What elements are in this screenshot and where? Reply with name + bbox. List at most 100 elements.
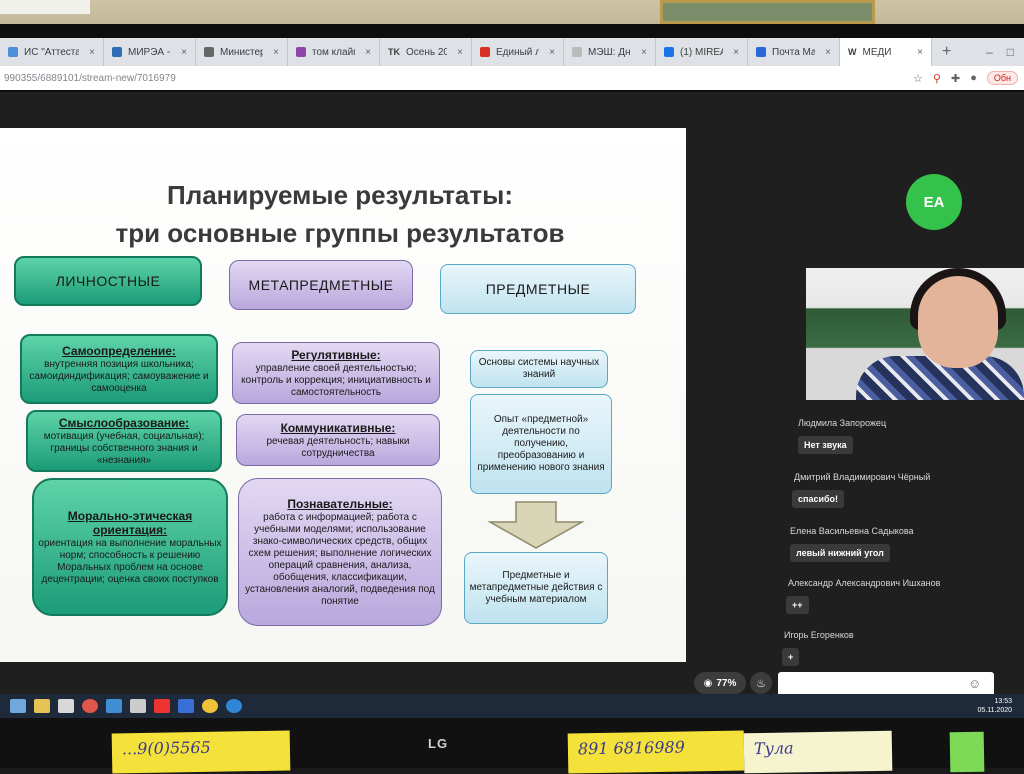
subject-box-foundations: Основы системы научных знаний xyxy=(470,350,608,388)
favicon-icon xyxy=(480,47,490,57)
wall-painting xyxy=(660,0,875,24)
chat-author: Дмитрий Владимирович Чёрный xyxy=(794,472,931,482)
browser-tab[interactable]: W МЕДИ × xyxy=(840,38,932,66)
tab-label: Почта Mail.ru xyxy=(772,46,816,58)
start-icon[interactable] xyxy=(10,699,26,713)
address-bar[interactable]: 990355/6889101/stream-new/7016979 ☆ ⚲ ✚ … xyxy=(0,66,1024,90)
sticky-note: 891 6816989 xyxy=(567,730,745,774)
pin-icon[interactable] xyxy=(130,699,146,713)
header-subject: ПРЕДМЕТНЫЕ xyxy=(440,264,636,314)
close-icon[interactable]: × xyxy=(457,47,463,58)
close-icon[interactable]: × xyxy=(181,47,187,58)
tab-label: МЕДИ xyxy=(862,46,892,58)
viewers-indicator[interactable]: ◉ 77% xyxy=(694,672,746,694)
slide-title: Планируемые результаты: три основные гру… xyxy=(60,176,620,252)
subject-box-actions: Предметные и метапредметные действия с у… xyxy=(464,552,608,624)
meta-box-regulatory: Регулятивные: управление своей деятельно… xyxy=(232,342,440,404)
favicon-icon xyxy=(8,47,18,57)
chat-author: Игорь Егоренков xyxy=(784,630,854,640)
favicon-icon xyxy=(572,47,582,57)
yandex-browser-icon[interactable] xyxy=(202,699,218,713)
favicon-icon xyxy=(296,47,306,57)
eye-icon: ◉ xyxy=(703,677,713,689)
app-icon[interactable] xyxy=(106,699,122,713)
ie-icon[interactable] xyxy=(226,699,242,713)
store-icon[interactable] xyxy=(58,699,74,713)
flame-icon[interactable]: ♨ xyxy=(750,672,772,694)
favicon-icon: W xyxy=(848,47,857,57)
browser-tab[interactable]: Министерств × xyxy=(196,38,288,66)
header-meta: МЕТАПРЕДМЕТНЫЕ xyxy=(229,260,413,310)
browser-tab[interactable]: Почта Mail.ru × xyxy=(748,38,840,66)
chat-input[interactable] xyxy=(778,672,994,696)
close-icon[interactable]: × xyxy=(825,47,831,58)
meta-box-communicative: Коммуникативные: речевая деятельность; н… xyxy=(236,414,440,466)
favicon-icon xyxy=(756,47,766,57)
favicon-icon: TK xyxy=(388,47,400,57)
close-icon[interactable]: × xyxy=(641,47,647,58)
browser-tab[interactable]: том клайм × xyxy=(288,38,380,66)
chat-author: Елена Васильевна Садыкова xyxy=(790,526,914,536)
avatar: EA xyxy=(906,174,962,230)
down-arrow-icon xyxy=(487,501,585,549)
browser-tab[interactable]: МЭШ: Дневн × xyxy=(564,38,656,66)
tab-label: том клайм xyxy=(312,46,355,58)
tab-label: Министерств xyxy=(220,46,264,58)
header-personal: ЛИЧНОСТНЫЕ xyxy=(14,256,202,306)
edit-icon[interactable] xyxy=(178,699,194,713)
personal-box-moral: Морально-этическая ориентация: ориентаци… xyxy=(32,478,228,616)
browser-tab[interactable]: ИС "Аттестац × xyxy=(0,38,104,66)
personal-box-meaning: Смыслообразование: мотивация (учебная, с… xyxy=(26,410,222,472)
minimize-icon[interactable]: – xyxy=(986,45,993,59)
address-bar-icons: ☆ ⚲ ✚ ● Обн xyxy=(913,71,1024,85)
chat-message: Нет звука xyxy=(798,436,853,454)
viewers-percent: 77% xyxy=(716,677,737,689)
extension-icon[interactable]: ⚲ xyxy=(933,72,941,85)
browser-tab[interactable]: (1) MIREA Wo × xyxy=(656,38,748,66)
tab-label: МЭШ: Дневн xyxy=(588,46,631,58)
chat-message: левый нижний угол xyxy=(790,544,890,562)
update-button[interactable]: Обн xyxy=(986,71,1018,85)
browser-tab-bar: ИС "Аттестац×МИРЭА - Рос×Министерств×том… xyxy=(0,38,1024,66)
chat-author: Людмила Запорожец xyxy=(798,418,887,428)
close-icon[interactable]: × xyxy=(733,47,739,58)
window-controls: – □ xyxy=(986,45,1024,59)
wall-sign xyxy=(0,0,90,14)
star-icon[interactable]: ☆ xyxy=(913,72,923,85)
windows-taskbar: 13:53 05.11.2020 xyxy=(0,694,1024,718)
emoji-icon[interactable]: ☺ xyxy=(968,676,981,691)
browser-tab[interactable]: МИРЭА - Рос × xyxy=(104,38,196,66)
close-icon[interactable]: × xyxy=(917,47,923,58)
favicon-icon xyxy=(112,47,122,57)
url-text[interactable]: 990355/6889101/stream-new/7016979 xyxy=(0,73,176,84)
tab-label: Единый личн xyxy=(496,46,540,58)
tab-label: Осень 2020 xyxy=(406,46,448,58)
tab-label: ИС "Аттестац xyxy=(24,46,80,58)
close-icon[interactable]: × xyxy=(549,47,555,58)
profile-icon[interactable]: ● xyxy=(970,72,977,84)
favicon-icon xyxy=(204,47,214,57)
yandex-icon[interactable] xyxy=(154,699,170,713)
files-icon[interactable] xyxy=(34,699,50,713)
favicon-icon xyxy=(664,47,674,57)
puzzle-icon[interactable]: ✚ xyxy=(951,72,960,85)
close-icon[interactable]: × xyxy=(89,47,95,58)
chrome-icon[interactable] xyxy=(82,699,98,713)
close-icon[interactable]: × xyxy=(365,47,371,58)
chat-message: + xyxy=(782,648,800,666)
maximize-icon[interactable]: □ xyxy=(1007,45,1014,59)
browser-tab[interactable]: Единый личн × xyxy=(472,38,564,66)
subject-box-experience: Опыт «предметной» деятельности по получе… xyxy=(470,394,612,494)
chat-message: спасибо! xyxy=(792,490,845,508)
new-tab-icon[interactable]: + xyxy=(932,43,961,61)
taskbar-clock[interactable]: 13:53 05.11.2020 xyxy=(977,697,1024,715)
chat-message: ++ xyxy=(786,596,809,614)
close-icon[interactable]: × xyxy=(273,47,279,58)
sticky-note: ...9(0)5565 xyxy=(111,730,291,774)
slide-title-line1: Планируемые результаты: xyxy=(167,180,513,210)
tab-label: (1) MIREA Wo xyxy=(680,46,724,58)
browser-tab[interactable]: TK Осень 2020 × xyxy=(380,38,472,66)
sticky-note: Тула xyxy=(743,730,893,774)
slide-title-line2: три основные группы результатов xyxy=(115,218,565,248)
sticky-note xyxy=(949,731,985,773)
